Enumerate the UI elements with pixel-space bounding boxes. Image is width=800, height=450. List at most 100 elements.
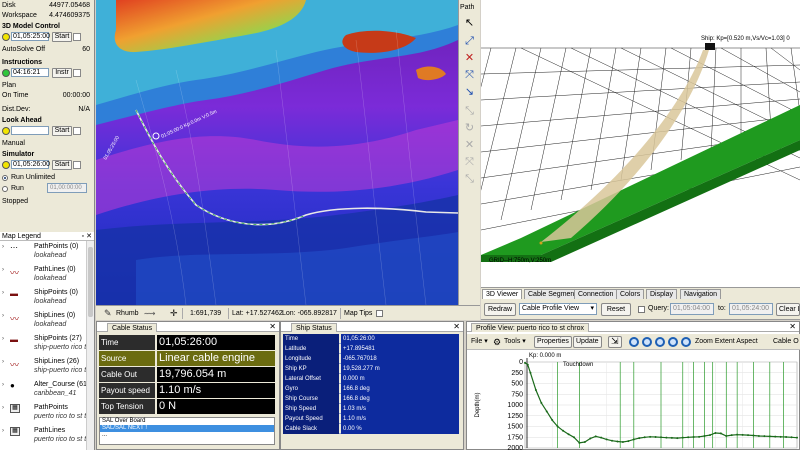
cable-option-label[interactable]: Cable O [773, 336, 799, 348]
zoom-out-icon[interactable] [642, 337, 652, 347]
map-view[interactable]: 01:05:00:0 Kp:0.0m V:0.5m 01.05:25:00 [96, 0, 458, 305]
run-radio[interactable] [2, 186, 8, 192]
profile-view-title: Profile View: puerto rico to st chrox [471, 323, 590, 332]
tab-3d-viewer[interactable]: 3D Viewer [482, 289, 523, 299]
alarm-item[interactable]: SAL Over Board [100, 418, 274, 425]
update-button[interactable]: Update [573, 336, 602, 348]
measure-tool-label[interactable]: Rhumb [116, 309, 139, 318]
legend-item[interactable]: › ▦ PathLines puerto rico to st th [2, 426, 90, 446]
ship-model[interactable] [705, 43, 715, 50]
instr-button[interactable]: Instr [52, 68, 72, 78]
expand-chevron-icon[interactable]: › [2, 405, 4, 411]
depth-point [692, 436, 695, 439]
legend-item[interactable]: › 〰 ShipLines (26) ship-puerto rico to [2, 357, 90, 377]
legend-item[interactable]: › ▬ ShipPoints (0) lookahead [2, 288, 86, 308]
zoom-previous-icon[interactable] [668, 337, 678, 347]
legend-item[interactable]: › ● Alter_Course (617 caribbean_41 [2, 380, 91, 400]
resize-tool-icon[interactable]: ⤡ [462, 104, 477, 119]
ship-status-row: Ship KP 19,528.277 m [283, 364, 459, 374]
expand-chevron-icon[interactable]: › [2, 428, 4, 434]
edit-line-tool-icon[interactable]: ↘ [462, 85, 477, 100]
legend-item[interactable]: › 〰 ShipLines (0) lookahead [2, 311, 86, 331]
merge-tool-icon[interactable]: ⤡ [462, 172, 477, 187]
clear-log-button[interactable]: Clear Lo [776, 303, 800, 316]
bathymetry-map[interactable]: 01:05:00:0 Kp:0.0m V:0.5m 01.05:25:00 [96, 0, 458, 305]
map-tips-checkbox[interactable] [376, 310, 383, 317]
close-icon[interactable]: ✕ [269, 322, 276, 332]
expand-chevron-icon[interactable]: › [2, 290, 4, 296]
tab-connection[interactable]: Connection [574, 289, 618, 299]
zoom-box-icon[interactable]: ⇲ [608, 336, 622, 348]
simulator-time-field[interactable]: 01,05:26:00 [11, 160, 50, 169]
pointer-tool-icon[interactable]: ↖ [462, 16, 477, 31]
clear-tool-icon[interactable]: ✕ [462, 138, 477, 153]
legend-scrollbar[interactable] [86, 241, 94, 450]
zoom-in-icon[interactable] [629, 337, 639, 347]
instructions-options-icon[interactable] [73, 69, 81, 77]
simulator-start-button[interactable]: Start [52, 160, 72, 170]
rotate-tool-icon[interactable]: ↻ [462, 121, 477, 136]
model-time-field[interactable]: 01,05:25:00 [11, 32, 50, 41]
depth-point [785, 436, 788, 439]
look-ahead-time-field[interactable] [11, 126, 49, 135]
query-to-field[interactable]: 01,05:24:00 [729, 303, 773, 315]
pencil-icon[interactable]: ✎ [104, 309, 112, 318]
alarm-item[interactable]: ... [100, 432, 274, 439]
legend-item[interactable]: › 〰 PathLines (0) lookahead [2, 265, 86, 285]
file-menu[interactable]: File ▾ [471, 336, 488, 348]
pin-icon[interactable]: ▫ [82, 232, 84, 241]
cable-status-value: Linear cable engine [157, 351, 275, 366]
model-options-icon[interactable] [73, 33, 81, 41]
gear-icon[interactable]: ⚙ [493, 336, 501, 348]
crosshair-icon[interactable]: ✛ [170, 309, 178, 318]
expand-chevron-icon[interactable]: › [2, 336, 4, 342]
measure-tool-icon[interactable]: ⟿ [144, 309, 155, 318]
expand-chevron-icon[interactable]: › [2, 313, 4, 319]
run-duration-field[interactable]: 01,00:00:00 [47, 183, 87, 193]
run-unlimited-radio[interactable] [2, 175, 8, 181]
zoom-extent-icon[interactable] [681, 337, 691, 347]
expand-chevron-icon[interactable]: › [2, 382, 4, 388]
expand-chevron-icon[interactable]: › [2, 359, 4, 365]
chevron-down-icon[interactable]: ▾ [590, 304, 594, 314]
redraw-button[interactable]: Redraw [484, 303, 516, 316]
file-menu-label: File [471, 338, 483, 345]
look-ahead-start-button[interactable]: Start [52, 126, 72, 136]
zoom-extent-aspect-label[interactable]: Zoom Extent Aspect [695, 336, 758, 348]
expand-chevron-icon[interactable]: › [2, 244, 4, 250]
zoom-window-icon[interactable] [655, 337, 665, 347]
reset-button[interactable]: Reset [601, 303, 631, 316]
tools-menu[interactable]: Tools ▾ [504, 336, 526, 348]
simulator-options-icon[interactable] [73, 161, 81, 169]
add-point-tool-icon[interactable]: ⤢ [462, 34, 477, 49]
delete-point-tool-icon[interactable]: ✕ [462, 51, 477, 66]
ship-status-value: -065.767018 [341, 354, 459, 364]
alarm-item[interactable]: SAL/SAL NEXT ! [100, 425, 274, 432]
3d-viewer[interactable]: Ship: Kp=[0.520 m,Vs/Vc=1.03] 0 GRID--H:… [481, 0, 800, 287]
legend-item[interactable]: › ▬ ShipPoints (27) ship-puerto rico to [2, 334, 90, 354]
look-ahead-options-icon[interactable] [73, 127, 81, 135]
close-icon[interactable]: ✕ [86, 232, 92, 241]
legend-scroll-thumb[interactable] [88, 247, 93, 317]
expand-chevron-icon[interactable]: › [2, 267, 4, 273]
depth-profile-chart[interactable]: 0 250 500 750 1000 1250 1500 1750 2000 Depth(m) Kp… [467, 350, 800, 450]
instructions-time-field[interactable]: 04:16:21 [11, 68, 49, 77]
split-tool-icon[interactable]: ⤧ [462, 155, 477, 170]
model-start-button[interactable]: Start [52, 32, 72, 42]
close-icon[interactable]: ✕ [789, 322, 796, 332]
tab-navigation[interactable]: Navigation [680, 289, 722, 299]
legend-item[interactable]: › ▦ PathPoints puerto rico to st th [2, 403, 90, 423]
cable-status-key: Top Tension [99, 399, 155, 414]
tab-display[interactable]: Display [646, 289, 677, 299]
query-from-field[interactable]: 01,05:04:00 [670, 303, 714, 315]
legend-item-label: Alter_Course (617 [34, 381, 91, 388]
query-checkbox[interactable] [638, 306, 645, 313]
tab-colors[interactable]: Colors [616, 289, 645, 299]
close-icon[interactable]: ✕ [453, 322, 460, 332]
move-point-tool-icon[interactable]: ⤧ [462, 68, 477, 83]
alarm-list[interactable]: SAL Over Board SAL/SAL NEXT !... [99, 417, 275, 445]
properties-button[interactable]: Properties [534, 336, 572, 348]
3d-scene[interactable]: Ship: Kp=[0.520 m,Vs/Vc=1.03] 0 GRID--H:… [481, 0, 800, 287]
legend-item[interactable]: › ⋯ PathPoints (0) lookahead [2, 242, 86, 262]
view-select[interactable]: Cable Profile View ▾ [519, 303, 597, 315]
